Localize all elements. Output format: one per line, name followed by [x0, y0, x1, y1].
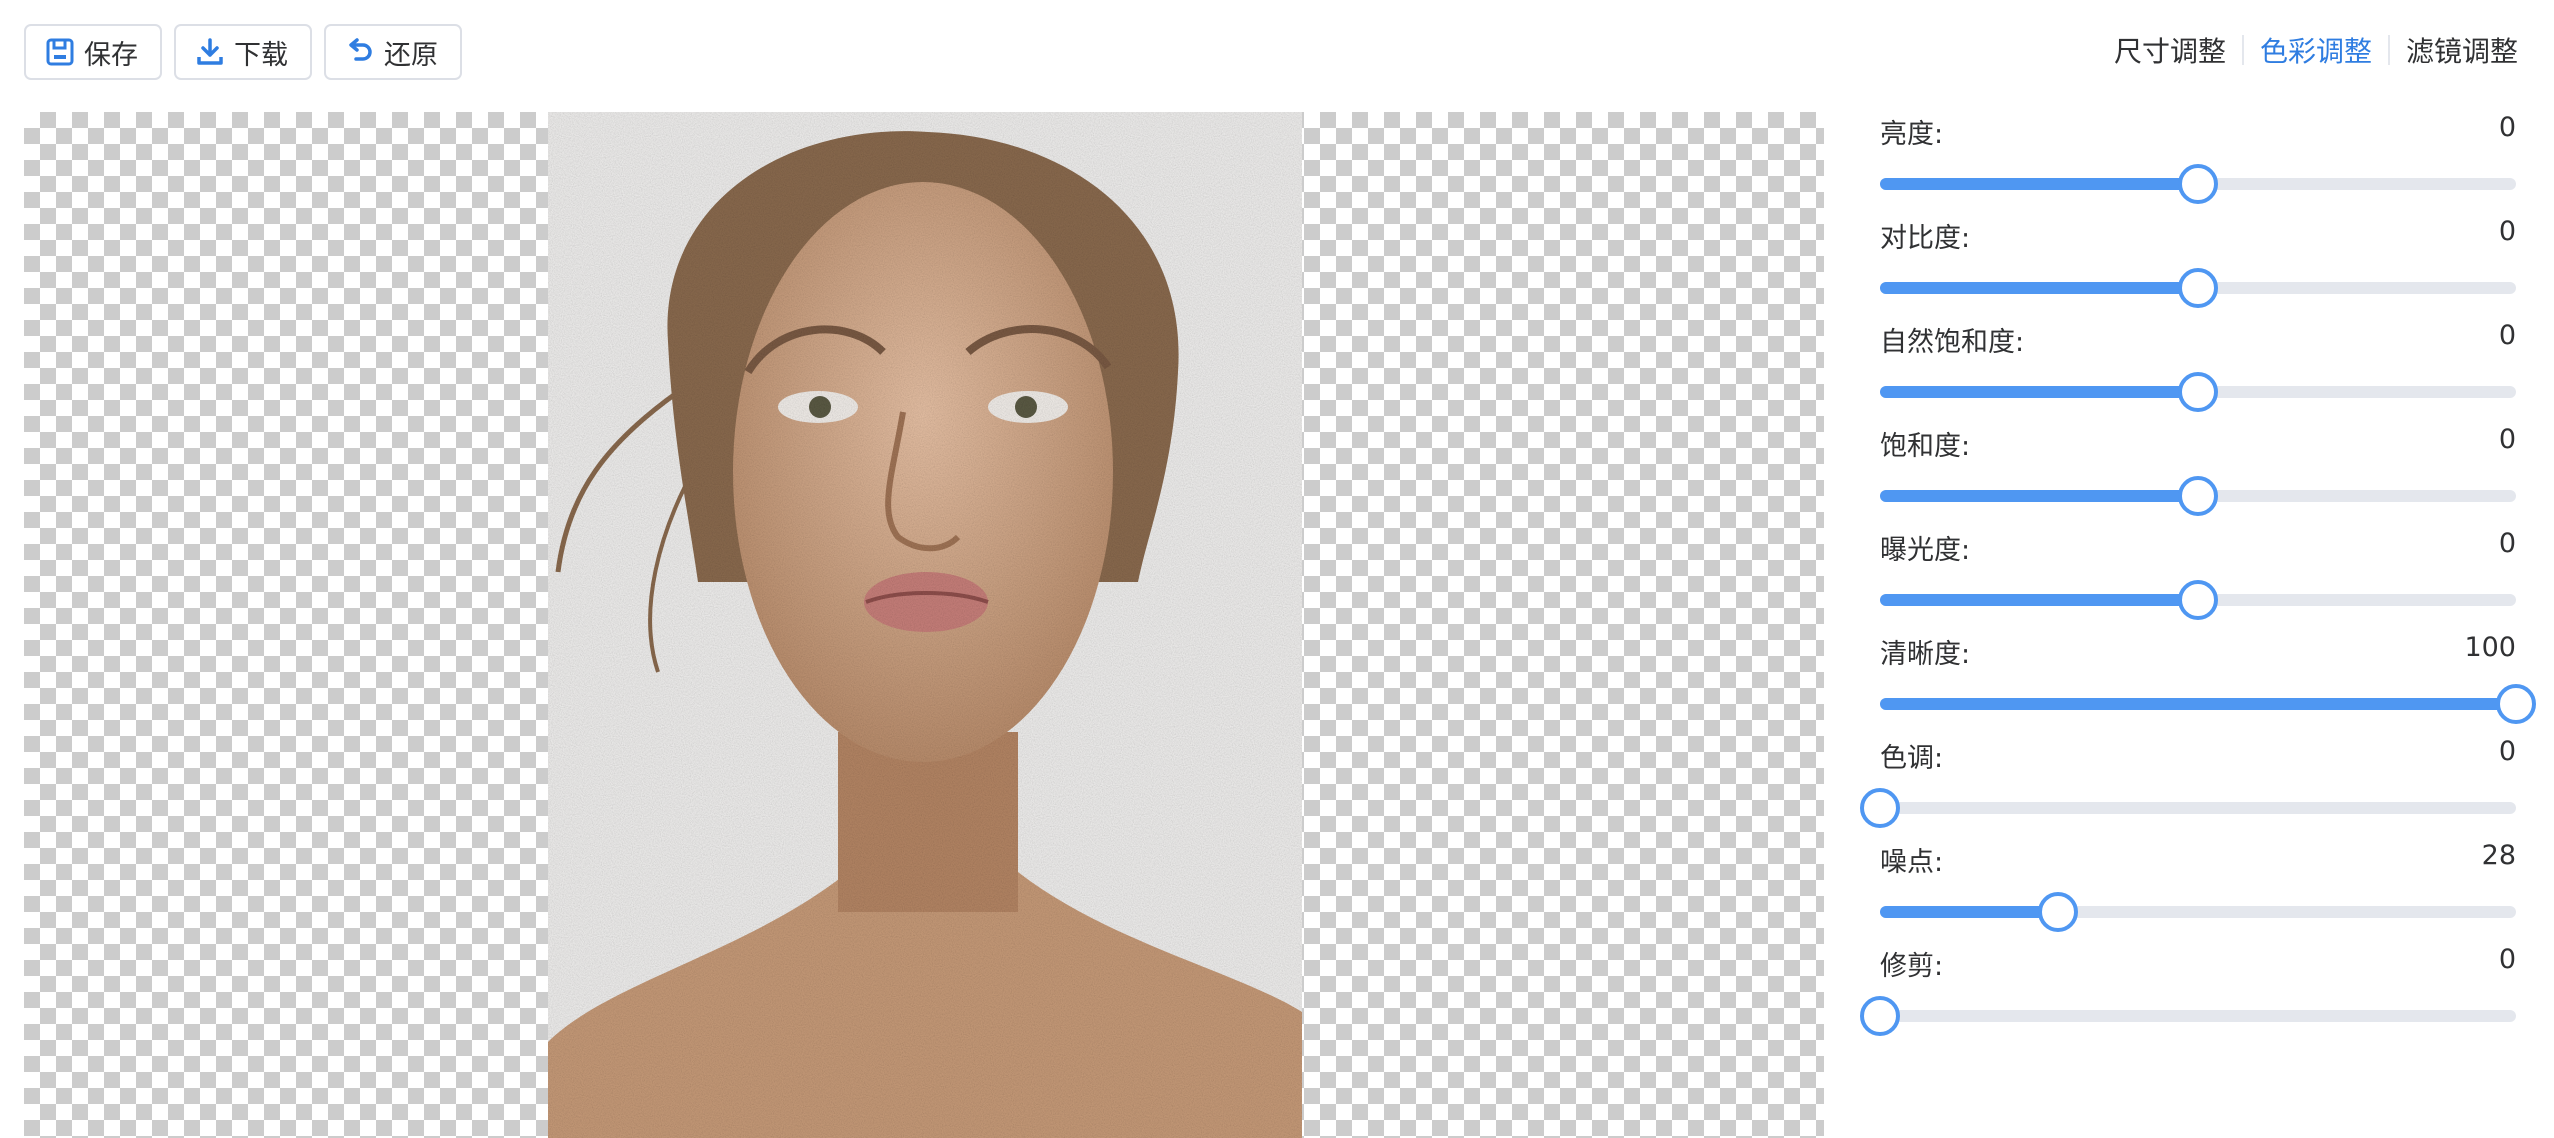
- restore-button[interactable]: 还原: [324, 24, 462, 80]
- slider-track-noise[interactable]: [1880, 906, 2516, 918]
- slider-fill-exposure: [1880, 594, 2198, 606]
- slider-row-brightness: 亮度: 0: [1880, 112, 2516, 216]
- slider-thumb-hue[interactable]: [1860, 788, 1900, 828]
- slider-label-clarity: 清晰度:: [1880, 639, 1971, 670]
- color-adjust-panel: 亮度: 0 对比度: 0 自然饱和度: 0 饱和度: 0 曝光度: 0 清晰度: 100 色调: 0 噪点:…: [1860, 112, 2536, 1048]
- slider-label-vibrance: 自然饱和度:: [1880, 327, 2025, 358]
- save-label: 保存: [84, 39, 138, 71]
- slider-value-trim: 0: [2498, 944, 2516, 975]
- restore-label: 还原: [384, 39, 438, 71]
- download-tray-icon: [194, 36, 226, 68]
- slider-value-hue: 0: [2498, 736, 2516, 767]
- undo-arrow-icon: [344, 36, 376, 68]
- image-canvas[interactable]: [24, 112, 1824, 1138]
- slider-thumb-exposure[interactable]: [2178, 580, 2218, 620]
- slider-row-noise: 噪点: 28: [1880, 840, 2516, 944]
- tab-color-adjust[interactable]: 色彩调整: [2260, 30, 2372, 70]
- slider-value-contrast: 0: [2498, 216, 2516, 247]
- slider-fill-contrast: [1880, 282, 2198, 294]
- slider-row-saturation: 饱和度: 0: [1880, 424, 2516, 528]
- slider-row-clarity: 清晰度: 100: [1880, 632, 2536, 736]
- slider-row-vibrance: 自然饱和度: 0: [1880, 320, 2516, 424]
- tab-divider: [2241, 35, 2244, 65]
- slider-thumb-clarity[interactable]: [2496, 684, 2536, 724]
- slider-value-exposure: 0: [2498, 528, 2516, 559]
- slider-fill-noise: [1880, 906, 2059, 918]
- tab-size-adjust[interactable]: 尺寸调整: [2114, 30, 2226, 70]
- slider-row-contrast: 对比度: 0: [1880, 216, 2516, 320]
- slider-label-hue: 色调:: [1880, 743, 1944, 774]
- slider-label-trim: 修剪:: [1880, 951, 1944, 982]
- tab-divider: [2387, 35, 2390, 65]
- slider-label-saturation: 饱和度:: [1880, 431, 1971, 462]
- download-label: 下载: [234, 39, 288, 71]
- slider-thumb-contrast[interactable]: [2178, 268, 2218, 308]
- slider-value-clarity: 100: [2464, 632, 2516, 663]
- slider-fill-brightness: [1880, 178, 2198, 190]
- slider-label-contrast: 对比度:: [1880, 223, 1971, 254]
- slider-thumb-trim[interactable]: [1860, 996, 1900, 1036]
- slider-value-noise: 28: [2481, 840, 2516, 871]
- slider-track-hue[interactable]: [1880, 802, 2516, 814]
- slider-row-hue: 色调: 0: [1860, 736, 2516, 840]
- download-button[interactable]: 下载: [174, 24, 312, 80]
- save-button[interactable]: 保存: [24, 24, 162, 80]
- image-editor: 保存 下载 还原 尺寸调整 色彩调整 滤镜调整 亮度: 0 对比度: 0 自然饱…: [0, 0, 2554, 1138]
- slider-track-clarity[interactable]: [1880, 698, 2516, 710]
- slider-value-brightness: 0: [2498, 112, 2516, 143]
- edited-photo: [548, 112, 1302, 1138]
- tab-filter-adjust[interactable]: 滤镜调整: [2406, 30, 2518, 70]
- slider-fill-saturation: [1880, 490, 2198, 502]
- slider-value-saturation: 0: [2498, 424, 2516, 455]
- slider-row-exposure: 曝光度: 0: [1880, 528, 2516, 632]
- slider-thumb-brightness[interactable]: [2178, 164, 2218, 204]
- slider-track-trim[interactable]: [1880, 1010, 2516, 1022]
- adjustment-tabs: 尺寸调整 色彩调整 滤镜调整: [2114, 30, 2518, 70]
- slider-fill-vibrance: [1880, 386, 2198, 398]
- slider-thumb-noise[interactable]: [2038, 892, 2079, 932]
- toolbar: 保存 下载 还原: [24, 24, 462, 80]
- slider-fill-clarity: [1880, 698, 2516, 710]
- slider-thumb-vibrance[interactable]: [2178, 372, 2218, 412]
- slider-value-vibrance: 0: [2498, 320, 2516, 351]
- slider-row-trim: 修剪: 0: [1860, 944, 2516, 1048]
- slider-label-exposure: 曝光度:: [1880, 535, 1971, 566]
- floppy-disk-icon: [44, 36, 76, 68]
- slider-thumb-saturation[interactable]: [2178, 476, 2218, 516]
- slider-label-brightness: 亮度:: [1880, 119, 1944, 150]
- slider-label-noise: 噪点:: [1880, 847, 1944, 878]
